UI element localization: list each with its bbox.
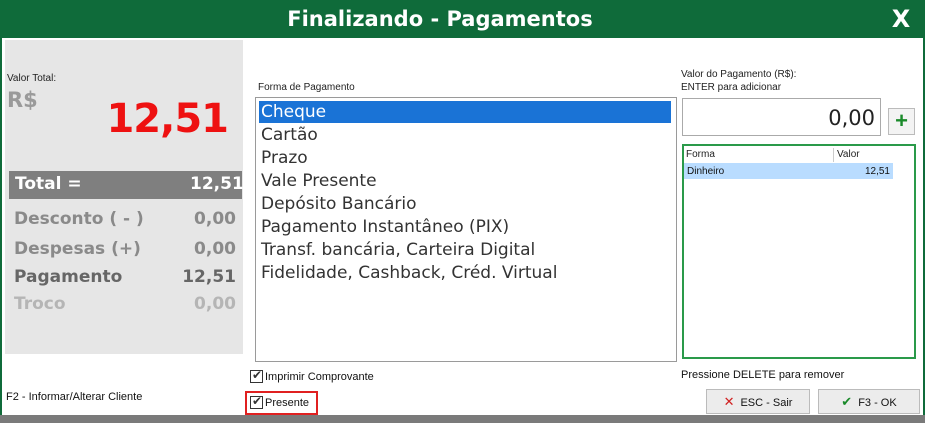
close-button[interactable]: X — [881, 3, 921, 35]
esc-exit-button[interactable]: ✕ ESC - Sair — [706, 389, 810, 414]
option-pix[interactable]: Pagamento Instantâneo (PIX) — [259, 216, 671, 238]
window-bottom-bar — [0, 415, 925, 423]
despesas-value: 0,00 — [194, 239, 236, 259]
window-frame-left — [0, 38, 2, 423]
desconto-label: Desconto ( - ) — [14, 209, 144, 229]
add-payment-button[interactable]: + — [888, 108, 915, 135]
checkmark-icon: ✔ — [252, 368, 263, 382]
col-header-forma[interactable]: Forma — [686, 148, 715, 162]
despesas-label: Despesas (+) — [14, 239, 141, 259]
enter-hint-label: ENTER para adicionar — [681, 82, 782, 93]
client-hint: F2 - Informar/Alterar Cliente — [6, 391, 143, 403]
desconto-value: 0,00 — [194, 209, 236, 229]
col-header-valor[interactable]: Valor — [833, 148, 860, 162]
option-deposito[interactable]: Depósito Bancário — [259, 193, 671, 215]
close-icon: ✕ — [723, 394, 735, 409]
total-label: Total = — [15, 174, 82, 194]
total-big-value: 12,51 — [106, 96, 229, 142]
table-cell-valor: 12,51 — [864, 166, 890, 177]
option-fidelidade[interactable]: Fidelidade, Cashback, Créd. Virtual — [259, 262, 671, 284]
checkmark-icon: ✔ — [252, 394, 263, 408]
valor-total-label: Valor Total: — [7, 73, 57, 84]
window-title: Finalizando - Pagamentos — [287, 7, 593, 31]
pagamento-label: Pagamento — [14, 267, 123, 287]
pagamento-value: 12,51 — [182, 267, 236, 287]
table-cell-forma: Dinheiro — [687, 166, 725, 177]
option-cartao[interactable]: Cartão — [259, 124, 671, 146]
valor-pagamento-label: Valor do Pagamento (R$): — [681, 69, 797, 80]
option-cheque[interactable]: Cheque — [259, 101, 671, 123]
option-prazo[interactable]: Prazo — [259, 147, 671, 169]
close-icon: X — [891, 5, 911, 33]
troco-label: Troco — [14, 294, 66, 314]
forma-pagamento-label: Forma de Pagamento — [258, 82, 355, 93]
valor-pagamento-input[interactable]: 0,00 — [682, 98, 881, 136]
esc-button-label: ESC - Sair — [740, 397, 793, 409]
option-vale-presente[interactable]: Vale Presente — [259, 170, 671, 192]
troco-value: 0,00 — [194, 294, 236, 314]
check-icon: ✔ — [841, 394, 853, 409]
f3-ok-button[interactable]: ✔ F3 - OK — [818, 389, 920, 414]
plus-icon: + — [895, 108, 908, 133]
forma-pagamento-list[interactable]: Cheque Cartão Prazo Vale Presente Depósi… — [255, 97, 677, 362]
ok-button-label: F3 - OK — [858, 397, 897, 409]
presente-checkbox[interactable]: ✔ — [250, 394, 263, 409]
currency-label: R$ — [7, 88, 38, 112]
imprimir-checkbox[interactable]: ✔ — [250, 368, 263, 383]
imprimir-label: Imprimir Comprovante — [265, 371, 374, 383]
option-transferencia[interactable]: Transf. bancária, Carteira Digital — [259, 239, 671, 261]
remove-hint: Pressione DELETE para remover — [681, 369, 845, 381]
total-value: 12,51 — [190, 174, 244, 194]
presente-label: Presente — [265, 397, 310, 409]
